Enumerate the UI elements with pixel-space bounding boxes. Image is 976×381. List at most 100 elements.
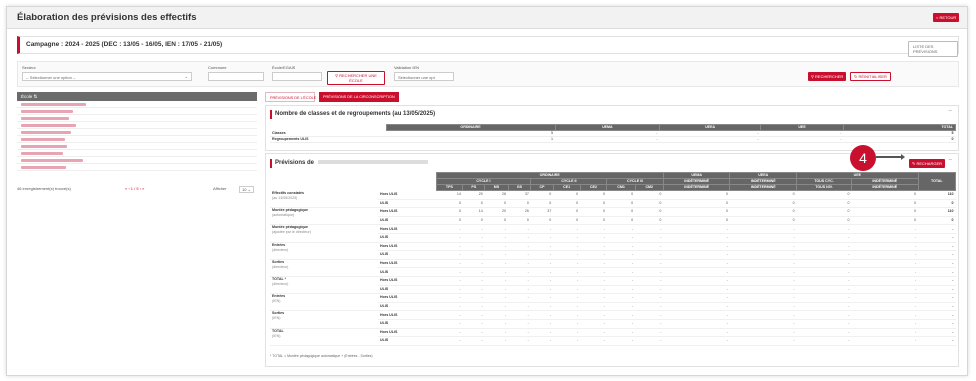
cell: - (635, 233, 664, 243)
list-item[interactable] (17, 164, 257, 171)
cell: - (462, 224, 485, 234)
list-item[interactable] (17, 150, 257, 157)
cell: - (729, 259, 797, 269)
ulis-label: Hors ULIS (378, 224, 436, 234)
redacted-school-name (21, 138, 65, 141)
cell: - (729, 233, 797, 243)
cell: - (484, 224, 509, 234)
cell: 0 (553, 199, 581, 209)
list-item[interactable] (17, 143, 257, 150)
cell: - (436, 250, 463, 260)
cell: - (530, 310, 554, 320)
cell: - (436, 242, 463, 252)
sort-icon[interactable]: ⇅ (34, 94, 38, 99)
cell: - (508, 224, 531, 234)
cell: - (729, 267, 797, 277)
cell: - (436, 233, 463, 243)
rechercher-ecole-button[interactable]: ⚲ RECHERCHER UNE ÉCOLE (327, 71, 385, 85)
recharger-button[interactable]: ✎ RECHARGER (909, 159, 946, 168)
table-row: Sorties (IEN) Hors ULIS - - - - - - - - - - - - - - (270, 310, 956, 329)
cell: - (484, 259, 509, 269)
cell: - (918, 276, 956, 286)
list-item[interactable] (17, 108, 257, 115)
ecole-input[interactable] (272, 72, 322, 81)
redacted-school-name (21, 166, 66, 169)
cell: - (530, 276, 554, 286)
cell: - (553, 276, 581, 286)
cell: 0 (635, 190, 664, 200)
cell: 0 (663, 216, 730, 226)
cell: - (606, 233, 636, 243)
cell: - (580, 259, 607, 269)
ulis-label: Hors ULIS (378, 242, 436, 252)
list-item[interactable] (17, 136, 257, 143)
cell: - (606, 328, 636, 338)
recharger-label: RECHARGER (916, 161, 943, 166)
cell: - (796, 242, 852, 252)
reinitialiser-button[interactable]: ↻ RÉINITIALISER (850, 72, 891, 81)
liste-previsions-button[interactable]: LISTE DES PRÉVISIONS (908, 41, 958, 57)
ulis-label: ULIS (378, 267, 436, 277)
cell: - (436, 328, 463, 338)
cell: - (635, 276, 664, 286)
previsions-table-body: Effectifs constatés (au 13/05/2025) Hors U… (270, 190, 956, 346)
cell: - (553, 336, 581, 346)
cell: - (635, 250, 664, 260)
cell: - (851, 233, 919, 243)
footnote: * TOTAL = Montée pédagogique automatique… (270, 354, 373, 358)
cell: - (796, 224, 852, 234)
step-callout-badge: 4 (850, 145, 876, 171)
secteur-label: Secteur (22, 65, 36, 70)
commune-input[interactable] (208, 72, 264, 81)
cell: - (580, 319, 607, 329)
pagination[interactable]: « ‹ 1 / 5 › » (125, 186, 144, 191)
list-item[interactable] (17, 101, 257, 108)
cell: 37 (530, 207, 554, 217)
cell: - (796, 276, 852, 286)
cell: - (729, 285, 797, 295)
cell: 0 (436, 199, 463, 209)
cell: 20 (484, 207, 509, 217)
cell: 26 (508, 207, 531, 217)
cell: - (436, 267, 463, 277)
tab-previsions-ecole[interactable]: PRÉVISIONS DE L'ÉCOLE (265, 92, 316, 102)
table-row: Regroupements ULIS 1 - - - 0 (270, 136, 956, 143)
previsions-table: ORDINAIRE UEMA UEEA UEE TOTAL CYCLE I CY… (270, 172, 957, 346)
cell: 0 (606, 207, 636, 217)
cell: - (436, 285, 463, 295)
cell: - (851, 259, 919, 269)
cell: - (729, 293, 797, 303)
list-item[interactable] (17, 122, 257, 129)
cell: 0 (580, 199, 607, 209)
cell: - (796, 267, 852, 277)
ulis-label: ULIS (378, 319, 436, 329)
list-item[interactable] (17, 157, 257, 164)
cell: 0 (663, 190, 730, 200)
collapse-icon[interactable]: – (949, 108, 952, 114)
cell: - (663, 319, 730, 329)
cell: - (462, 242, 485, 252)
list-item[interactable] (17, 129, 257, 136)
cell: - (530, 259, 554, 269)
cell: - (729, 276, 797, 286)
cell: - (508, 319, 531, 329)
page-size-select[interactable]: 10 ⌄ (239, 186, 254, 193)
cell: - (462, 250, 485, 260)
cell: 0 (436, 216, 463, 226)
cell: - (436, 336, 463, 346)
retour-button[interactable]: < RETOUR (933, 13, 960, 22)
cell: - (663, 310, 730, 320)
cell: - (580, 310, 607, 320)
collapse-icon[interactable]: – (949, 157, 952, 163)
rechercher-button[interactable]: ⚲ RECHERCHER (808, 72, 847, 81)
redacted-school-name (21, 103, 86, 106)
cell: - (663, 302, 730, 312)
cell: - (796, 250, 852, 260)
cell: 20 (462, 190, 485, 200)
secteur-select[interactable]: -- Sélectionner une option -- ⌄ (22, 72, 192, 81)
list-item[interactable] (17, 115, 257, 122)
cell: 0 (635, 199, 664, 209)
validation-select[interactable]: Sélectionner une opt (394, 72, 454, 81)
ecole-label: École/EGAIS (272, 65, 296, 70)
tab-previsions-circonscription[interactable]: PRÉVISIONS DE LA CIRCONSCRIPTION (319, 92, 399, 102)
